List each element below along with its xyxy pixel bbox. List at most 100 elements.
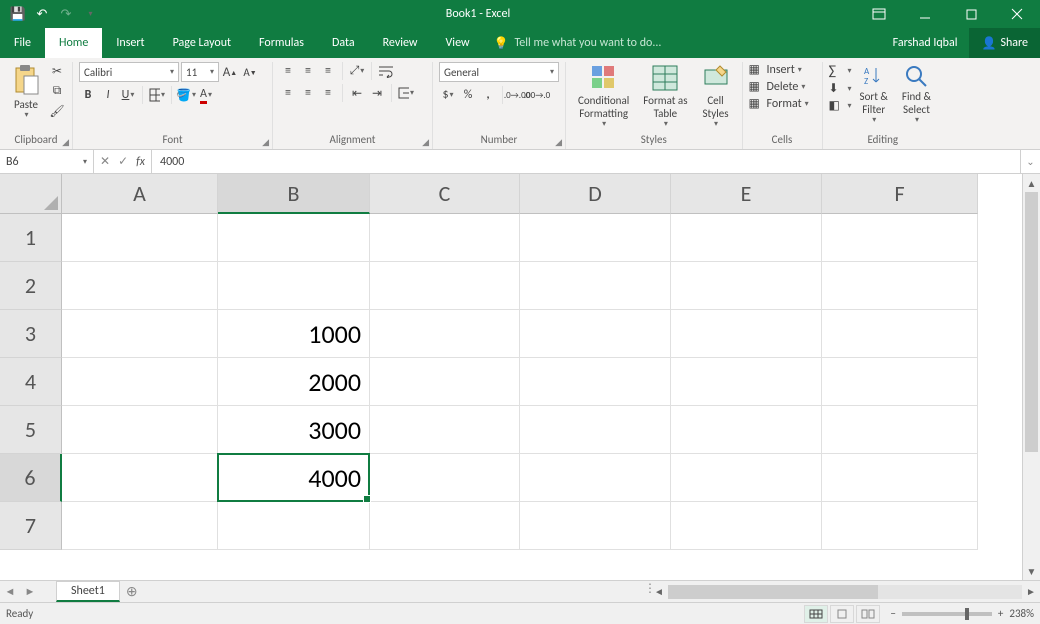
tab-formulas[interactable]: Formulas [245, 28, 318, 58]
cell[interactable] [520, 262, 671, 310]
italic-button[interactable]: I [99, 86, 117, 104]
scroll-down-icon[interactable]: ▼ [1023, 562, 1040, 580]
cell[interactable] [370, 502, 520, 550]
close-icon[interactable] [994, 0, 1040, 28]
zoom-slider[interactable] [902, 612, 992, 616]
wrap-text-button[interactable] [377, 62, 395, 80]
find-select-button[interactable]: Find & Select▾ [896, 62, 937, 128]
align-right-button[interactable]: ≡ [319, 84, 337, 102]
normal-view-button[interactable] [804, 605, 828, 623]
row-header[interactable]: 1 [0, 214, 62, 262]
cell[interactable] [822, 358, 978, 406]
horizontal-scrollbar[interactable]: ◄ ► [650, 581, 1040, 602]
share-button[interactable]: 👤Share [969, 28, 1040, 58]
cell[interactable]: 3000 [218, 406, 370, 454]
row-header[interactable]: 7 [0, 502, 62, 550]
page-break-view-button[interactable] [856, 605, 880, 623]
page-layout-view-button[interactable] [830, 605, 854, 623]
cell[interactable] [62, 502, 218, 550]
cell[interactable] [62, 310, 218, 358]
cell[interactable] [62, 358, 218, 406]
align-middle-button[interactable]: ≡ [299, 62, 317, 80]
tab-view[interactable]: View [432, 28, 484, 58]
number-dialog-icon[interactable]: ◢ [555, 137, 562, 148]
cell[interactable] [520, 406, 671, 454]
cell[interactable] [671, 310, 822, 358]
cell[interactable] [520, 214, 671, 262]
tab-home[interactable]: Home [45, 28, 102, 58]
cancel-formula-icon[interactable]: ✕ [100, 154, 110, 169]
orientation-button[interactable]: ⤢▾ [348, 62, 366, 80]
cell[interactable] [671, 262, 822, 310]
cell[interactable] [822, 310, 978, 358]
align-bottom-button[interactable]: ≡ [319, 62, 337, 80]
scroll-right-icon[interactable]: ► [1022, 585, 1040, 598]
cell[interactable] [370, 454, 520, 502]
comma-format-button[interactable]: , [479, 86, 497, 104]
cell[interactable] [62, 214, 218, 262]
increase-font-button[interactable]: A▲ [221, 63, 239, 81]
scroll-up-icon[interactable]: ▲ [1023, 174, 1040, 192]
clear-button[interactable]: ◧▾ [829, 98, 852, 113]
cell[interactable] [671, 214, 822, 262]
bold-button[interactable]: B [79, 86, 97, 104]
cell[interactable] [370, 214, 520, 262]
column-header[interactable]: C [370, 174, 520, 214]
ribbon-display-icon[interactable] [856, 0, 902, 28]
cell[interactable]: 1000 [218, 310, 370, 358]
cell[interactable] [520, 502, 671, 550]
scroll-left-icon[interactable]: ◄ [650, 585, 668, 598]
tab-review[interactable]: Review [369, 28, 432, 58]
tell-me-search[interactable]: 💡Tell me what you want to do... [484, 28, 881, 58]
format-as-table-button[interactable]: Format as Table▾ [637, 62, 693, 132]
maximize-icon[interactable] [948, 0, 994, 28]
tab-file[interactable]: File [0, 28, 45, 58]
sheet-nav-next-icon[interactable]: ► [20, 581, 40, 602]
spreadsheet-grid[interactable]: ABCDEF12345671000200030004000 ▲ ▼ [0, 174, 1040, 580]
cell[interactable] [62, 262, 218, 310]
cell[interactable] [218, 262, 370, 310]
accounting-format-button[interactable]: $▾ [439, 86, 457, 104]
align-center-button[interactable]: ≡ [299, 84, 317, 102]
column-header[interactable]: D [520, 174, 671, 214]
enter-formula-icon[interactable]: ✓ [118, 154, 128, 169]
cell[interactable] [370, 262, 520, 310]
row-header[interactable]: 5 [0, 406, 62, 454]
qat-customize-icon[interactable]: ▾ [80, 4, 100, 24]
save-icon[interactable]: 💾 [8, 4, 28, 24]
clipboard-dialog-icon[interactable]: ◢ [62, 137, 69, 148]
format-cells-button[interactable]: ▦Format▾ [749, 96, 809, 111]
sheet-nav-prev-icon[interactable]: ◄ [0, 581, 20, 602]
cell[interactable] [822, 502, 978, 550]
tab-insert[interactable]: Insert [102, 28, 158, 58]
cell[interactable] [370, 310, 520, 358]
merge-center-button[interactable]: ▾ [397, 84, 415, 102]
paste-button[interactable]: Paste▾ [6, 62, 46, 123]
align-left-button[interactable]: ≡ [279, 84, 297, 102]
decrease-indent-button[interactable]: ⇤ [348, 84, 366, 102]
borders-button[interactable]: ▾ [148, 86, 166, 104]
zoom-level[interactable]: 238% [1009, 607, 1034, 620]
cell[interactable] [822, 262, 978, 310]
redo-icon[interactable]: ↷ [56, 4, 76, 24]
cell[interactable] [822, 406, 978, 454]
copy-button[interactable]: ⧉ [48, 82, 66, 100]
insert-cells-button[interactable]: ▦Insert▾ [749, 62, 802, 77]
select-all-corner[interactable] [0, 174, 62, 214]
fill-button[interactable]: ⬇▾ [829, 81, 852, 96]
cell[interactable] [62, 406, 218, 454]
insert-function-icon[interactable]: fx [136, 155, 145, 169]
sheet-tab[interactable]: Sheet1 [56, 581, 120, 602]
font-dialog-icon[interactable]: ◢ [262, 137, 269, 148]
font-size-combo[interactable]: 11▾ [181, 62, 219, 82]
tab-page-layout[interactable]: Page Layout [159, 28, 245, 58]
column-header[interactable]: F [822, 174, 978, 214]
cell[interactable] [218, 502, 370, 550]
user-name[interactable]: Farshad Iqbal [881, 28, 970, 58]
cell[interactable] [62, 454, 218, 502]
row-header[interactable]: 3 [0, 310, 62, 358]
tab-data[interactable]: Data [318, 28, 369, 58]
zoom-in-button[interactable]: + [998, 607, 1003, 620]
vertical-scrollbar[interactable]: ▲ ▼ [1022, 174, 1040, 580]
cell[interactable] [218, 214, 370, 262]
